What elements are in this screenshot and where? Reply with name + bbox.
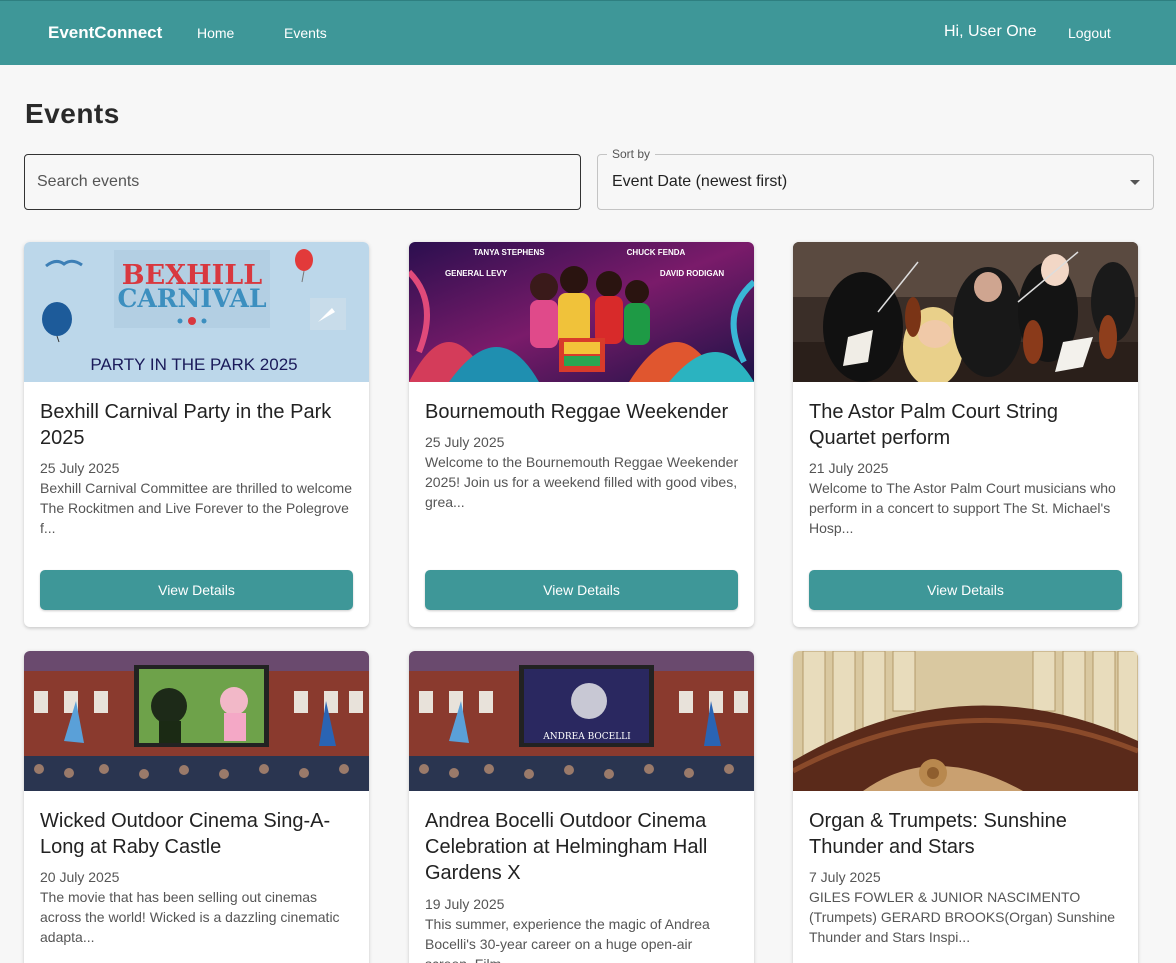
event-image (793, 242, 1138, 382)
event-image: TANYA STEPHENS CHUCK FENDA GENERAL LEVY … (409, 242, 754, 382)
app-bar: EventConnect Home Events Hi, User One Lo… (0, 0, 1176, 65)
user-greeting: Hi, User One (944, 23, 1037, 40)
event-date: 25 July 2025 (40, 460, 120, 476)
page-title: Events (25, 98, 120, 129)
carnival-tagline: PARTY IN THE PARK 2025 (90, 355, 297, 374)
event-description: This summer, experience the magic of And… (425, 916, 710, 963)
event-description: GILES FOWLER & JUNIOR NASCIMENTO (Trumpe… (809, 889, 1116, 945)
event-title: Organ & Trumpets: Sunshine Thunder and S… (809, 810, 1067, 858)
event-card: The Astor Palm Court String Quartet perf… (793, 242, 1138, 627)
view-details-button[interactable]: View Details (425, 570, 738, 610)
event-image: ANDREA BOCELLI (409, 651, 754, 791)
event-date: 7 July 2025 (809, 869, 881, 885)
artist-name-3: GENERAL LEVY (445, 269, 508, 278)
search-input[interactable] (37, 155, 567, 209)
event-date: 19 July 2025 (425, 896, 505, 912)
artist-name-1: TANYA STEPHENS (473, 248, 545, 257)
event-title: Bexhill Carnival Party in the Park 2025 (40, 401, 332, 449)
event-title: Andrea Bocelli Outdoor Cinema Celebratio… (425, 810, 708, 884)
event-description: Bexhill Carnival Committee are thrilled … (40, 480, 353, 536)
event-date: 21 July 2025 (809, 460, 889, 476)
view-details-button[interactable]: View Details (40, 570, 353, 610)
sort-select[interactable]: Sort by Event Date (newest first) (597, 147, 1154, 210)
brand-logo[interactable]: EventConnect (48, 23, 162, 43)
event-card: ANDREA BOCELLI Andrea Bocelli Outdoor Ci… (409, 651, 754, 963)
artist-name-2: CHUCK FENDA (627, 248, 686, 257)
event-image: BEXHILL CARNIVAL PARTY IN THE PARK 2025 (24, 242, 369, 382)
sort-selected-value: Event Date (newest first) (612, 173, 788, 190)
screen-caption: ANDREA BOCELLI (542, 732, 631, 742)
artist-name-4: DAVID RODIGAN (660, 269, 725, 278)
event-image (793, 651, 1138, 791)
event-description: Welcome to The Astor Palm Court musician… (809, 480, 1116, 536)
event-description: The movie that has been selling out cine… (40, 889, 340, 945)
logout-button[interactable]: Logout (1068, 25, 1111, 41)
carnival-title-line2: CARNIVAL (117, 284, 266, 313)
nav-home-link[interactable]: Home (197, 25, 234, 41)
view-details-button[interactable]: View Details (809, 570, 1122, 610)
nav-events-link[interactable]: Events (284, 25, 327, 41)
dropdown-caret-icon (1130, 180, 1140, 185)
event-card: BEXHILL CARNIVAL PARTY IN THE PARK 2025 … (24, 242, 369, 627)
event-title: Wicked Outdoor Cinema Sing-A-Long at Rab… (40, 810, 331, 858)
event-description: Welcome to the Bournemouth Reggae Weeken… (425, 454, 739, 510)
sort-label: Sort by (607, 147, 656, 161)
event-title: The Astor Palm Court String Quartet perf… (809, 401, 1058, 449)
event-card: TANYA STEPHENS CHUCK FENDA GENERAL LEVY … (409, 242, 754, 627)
search-field[interactable] (24, 154, 581, 210)
event-card: Wicked Outdoor Cinema Sing-A-Long at Rab… (24, 651, 369, 963)
event-date: 25 July 2025 (425, 434, 505, 450)
event-card: Organ & Trumpets: Sunshine Thunder and S… (793, 651, 1138, 963)
event-title: Bournemouth Reggae Weekender (425, 401, 729, 423)
event-image (24, 651, 369, 791)
event-date: 20 July 2025 (40, 869, 120, 885)
